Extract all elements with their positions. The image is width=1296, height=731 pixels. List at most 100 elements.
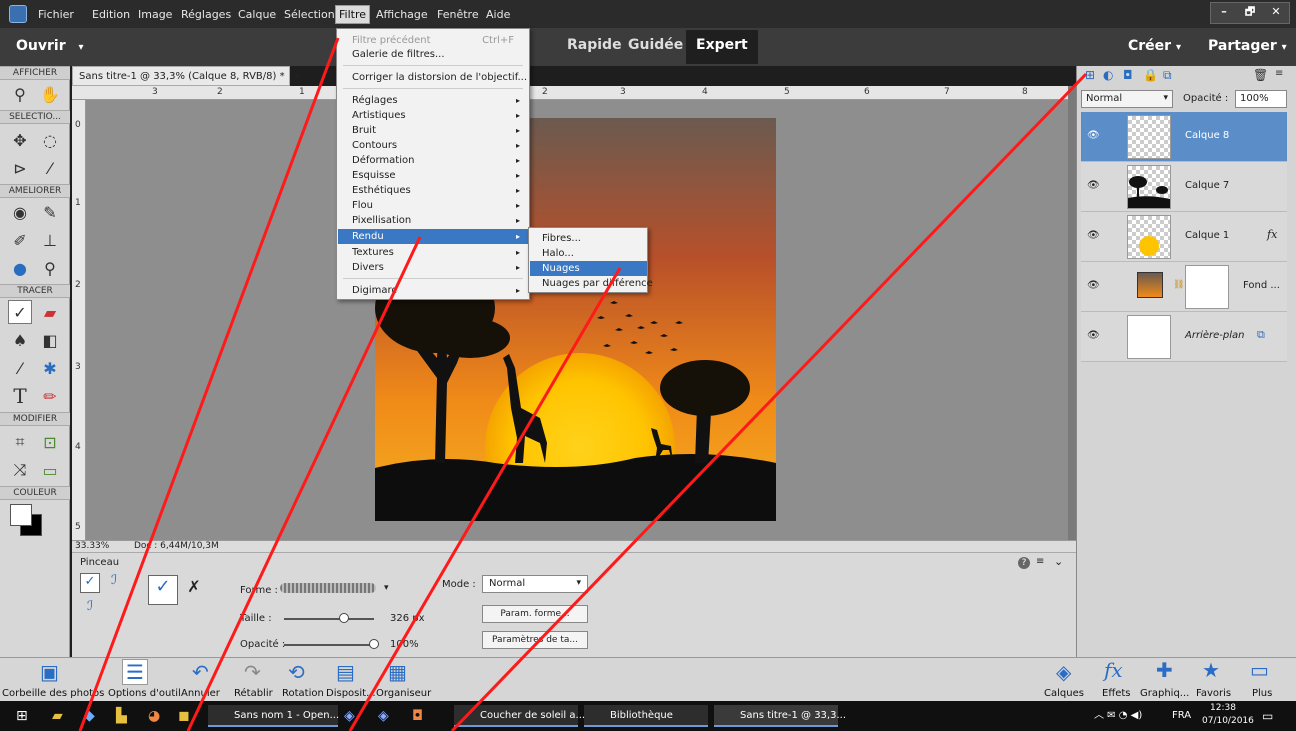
- visibility-eye-icon[interactable]: 👁: [1087, 280, 1100, 291]
- lock-icon[interactable]: 🔒: [1143, 68, 1158, 82]
- effects-label[interactable]: Effets: [1102, 688, 1131, 699]
- menu-selection[interactable]: Sélection: [284, 8, 335, 21]
- photo-bin-icon[interactable]: ▣: [40, 660, 59, 684]
- taskbar-app-library[interactable]: Bibliothèque: [584, 705, 708, 727]
- menu-item-esquisse[interactable]: Esquisse ▸: [338, 168, 528, 183]
- hand-tool-icon[interactable]: ✋: [38, 82, 62, 106]
- app-icon-1[interactable]: ◆: [84, 705, 95, 727]
- favorites-icon[interactable]: ★: [1202, 658, 1220, 682]
- help-icon[interactable]: ?: [1018, 557, 1030, 569]
- close-window-button[interactable]: ✕: [1263, 3, 1289, 23]
- brush-shape-caret-icon[interactable]: ▾: [384, 583, 389, 593]
- smart-brush-icon[interactable]: ✐: [8, 228, 32, 252]
- create-button[interactable]: Créer ▾: [1128, 38, 1181, 54]
- organizer-icon[interactable]: ▦: [388, 660, 407, 684]
- graphics-label[interactable]: Graphiq...: [1140, 688, 1189, 699]
- straighten-tool-icon[interactable]: ▭: [38, 458, 62, 482]
- menu-item-pixellisation[interactable]: Pixellisation ▸: [338, 213, 528, 228]
- visibility-eye-icon[interactable]: 👁: [1087, 330, 1100, 341]
- collapse-icon[interactable]: ⌄: [1054, 555, 1063, 568]
- menu-item-digimarc[interactable]: Digimarc ▸: [338, 283, 528, 298]
- language-indicator[interactable]: FRA: [1172, 705, 1191, 727]
- taskbar-app-sunset[interactable]: Coucher de soleil a...: [454, 705, 585, 727]
- app-icon-3[interactable]: ◼: [178, 705, 190, 727]
- menu-item-fibres[interactable]: Fibres...: [530, 231, 647, 246]
- panel-menu-icon[interactable]: ≡: [1036, 556, 1044, 567]
- blend-mode-select[interactable]: Normal ▾: [1081, 90, 1173, 108]
- crop-tool-icon[interactable]: ⌗: [8, 430, 32, 454]
- menu-item-filter-gallery[interactable]: Galerie de filtres...: [338, 47, 528, 62]
- text-tool-icon[interactable]: T: [8, 384, 32, 408]
- opacity-slider[interactable]: [284, 644, 374, 646]
- menu-item-halo[interactable]: Halo...: [530, 246, 647, 261]
- healing-brush-icon[interactable]: ✎: [38, 200, 62, 224]
- share-button[interactable]: Partager ▾: [1208, 38, 1287, 54]
- zoom-tool-icon[interactable]: ⚲: [8, 82, 32, 106]
- chrome-icon[interactable]: ◕: [148, 705, 160, 727]
- mode-select[interactable]: Normal ▾: [482, 575, 588, 593]
- menu-item-contours[interactable]: Contours ▸: [338, 138, 528, 153]
- menu-item-rendu[interactable]: Rendu ▸: [338, 229, 528, 244]
- visibility-eye-icon[interactable]: 👁: [1087, 230, 1100, 241]
- tab-guidee[interactable]: Guidée: [628, 37, 683, 53]
- menu-edition[interactable]: Edition: [92, 8, 130, 21]
- tablet-settings-button[interactable]: Paramètres de ta...: [482, 631, 588, 649]
- menu-item-nuages[interactable]: Nuages: [530, 261, 647, 276]
- opacity-slider-knob[interactable]: [369, 639, 379, 649]
- menu-item-textures[interactable]: Textures ▸: [338, 245, 528, 260]
- taskbar-app-openoffice[interactable]: Sans nom 1 - Open...: [208, 705, 339, 727]
- menu-item-esthetiques[interactable]: Esthétiques ▸: [338, 183, 528, 198]
- brush-shape-preview[interactable]: [280, 583, 376, 593]
- menu-affichage[interactable]: Affichage: [376, 8, 428, 21]
- size-slider[interactable]: [284, 618, 374, 620]
- foreground-color-swatch[interactable]: [10, 504, 32, 526]
- eyedropper-icon[interactable]: ⁄: [8, 356, 32, 380]
- vertical-scrollbar[interactable]: [1068, 86, 1076, 540]
- open-button[interactable]: Ouvrir ▾: [16, 38, 84, 54]
- layer-opacity-field[interactable]: 100%: [1235, 90, 1287, 108]
- tool-options-icon[interactable]: ☰: [122, 659, 148, 685]
- menu-item-flou[interactable]: Flou ▸: [338, 198, 528, 213]
- restore-button[interactable]: 🗗: [1237, 3, 1263, 23]
- minimize-button[interactable]: –: [1211, 3, 1237, 23]
- menu-aide[interactable]: Aide: [486, 8, 510, 21]
- clone-stamp-icon[interactable]: ⊥: [38, 228, 62, 252]
- more-label[interactable]: Plus: [1252, 688, 1272, 699]
- lasso-tool-icon[interactable]: ⊳: [8, 156, 32, 180]
- ellipse-marquee-icon[interactable]: ◌: [38, 128, 62, 152]
- app-icon-6[interactable]: ◘: [412, 705, 423, 727]
- undo-icon[interactable]: ↶: [192, 660, 209, 684]
- adjustment-layer-icon[interactable]: ◐: [1103, 68, 1113, 82]
- close-tab-icon[interactable]: ×: [294, 71, 302, 82]
- gradient-tool-icon[interactable]: ◧: [38, 328, 62, 352]
- menu-item-reglages[interactable]: Réglages ▸: [338, 93, 528, 108]
- color-replacement-icon[interactable]: ℐ: [80, 599, 100, 619]
- document-tab[interactable]: Sans titre-1 @ 33,3% (Calque 8, RVB/8) *…: [72, 66, 302, 86]
- delete-layer-icon[interactable]: 🗑: [1253, 68, 1268, 82]
- layer-mask-icon[interactable]: ◘: [1123, 68, 1133, 82]
- zoom-readout[interactable]: 33.33%: [75, 541, 109, 551]
- content-aware-move-icon[interactable]: ⤨: [8, 458, 32, 482]
- tool-options-label[interactable]: Options d'outil: [108, 688, 181, 699]
- favorites-label[interactable]: Favoris: [1196, 688, 1231, 699]
- brush-settings-button[interactable]: Param. forme...: [482, 605, 588, 623]
- start-icon[interactable]: ⊞: [16, 705, 28, 727]
- sponge-tool-icon[interactable]: ⚲: [38, 256, 62, 280]
- link-layers-icon[interactable]: ⧉: [1163, 68, 1172, 83]
- menu-item-nuages-difference[interactable]: Nuages par différence: [530, 276, 653, 291]
- app-icon-2[interactable]: ▙: [116, 705, 127, 727]
- magic-wand-icon[interactable]: ⁄: [38, 156, 62, 180]
- clock-date[interactable]: 07/10/2016: [1202, 715, 1254, 731]
- normal-brush-icon[interactable]: ✓: [148, 575, 178, 605]
- app-icon[interactable]: [9, 5, 27, 23]
- taskbar-app-photoshop[interactable]: Sans titre-1 @ 33,3...: [714, 705, 846, 727]
- visibility-eye-icon[interactable]: 👁: [1087, 130, 1100, 141]
- redo-label[interactable]: Rétablir: [234, 688, 273, 699]
- move-tool-icon[interactable]: ✥: [8, 128, 32, 152]
- layers-icon[interactable]: ◈: [1056, 660, 1071, 684]
- eraser-tool-icon[interactable]: ▰: [38, 300, 62, 324]
- layout-label[interactable]: Disposit...: [326, 688, 376, 699]
- menu-calque[interactable]: Calque: [238, 8, 276, 21]
- menu-fichier[interactable]: Fichier: [38, 8, 74, 21]
- brush-tool-icon[interactable]: ✓: [8, 300, 32, 324]
